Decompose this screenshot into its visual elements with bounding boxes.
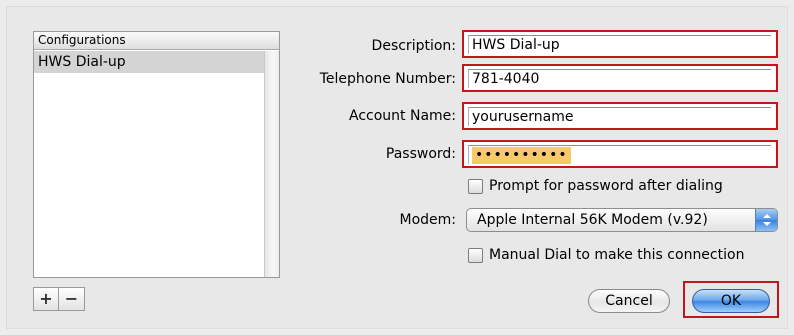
description-label: Description: [371,38,456,54]
description-field[interactable]: HWS Dial-up [462,30,778,58]
ok-button[interactable]: OK [692,289,770,313]
remove-configuration-button[interactable]: − [59,288,84,310]
password-inner: •••••••••• [468,145,771,164]
account-field[interactable]: yourusername [462,102,778,130]
add-configuration-button[interactable]: + [34,288,59,310]
prompt-password-checkbox[interactable] [468,178,483,194]
description-value: HWS Dial-up [468,35,771,54]
ok-highlight-box: OK [683,281,779,318]
configurations-list[interactable]: Configurations HWS Dial-up [33,31,280,278]
account-value: yourusername [468,107,771,126]
telephone-label: Telephone Number: [319,71,456,87]
password-field[interactable]: •••••••••• [462,140,778,168]
manual-dial-checkbox[interactable] [468,247,483,263]
password-value: •••••••••• [472,147,571,164]
telephone-field[interactable]: 781-4040 [462,64,778,92]
list-controls: + − [33,287,85,311]
manual-dial-label: Manual Dial to make this connection [489,247,745,263]
modem-label: Modem: [399,212,457,228]
telephone-value: 781-4040 [468,69,771,88]
cancel-button[interactable]: Cancel [588,289,670,313]
password-label: Password: [385,146,456,162]
list-item[interactable]: HWS Dial-up [34,51,265,73]
modem-selected: Apple Internal 56K Modem (v.92) [477,212,708,228]
configurations-header: Configurations [34,32,279,50]
account-label: Account Name: [349,108,456,124]
popup-arrows-icon [755,209,777,231]
prompt-password-label: Prompt for password after dialing [489,178,723,194]
manual-dial-row[interactable]: Manual Dial to make this connection [468,245,744,265]
modem-popup[interactable]: Apple Internal 56K Modem (v.92) [466,208,778,232]
prompt-password-row[interactable]: Prompt for password after dialing [468,176,723,196]
